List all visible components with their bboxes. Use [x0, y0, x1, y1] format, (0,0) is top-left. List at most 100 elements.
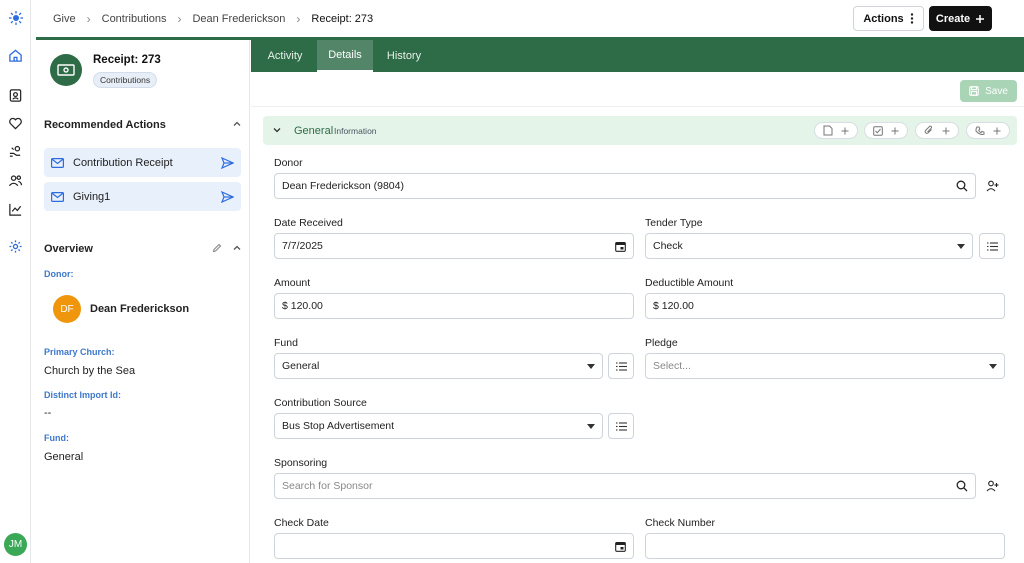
chevron-right-icon: ›	[296, 12, 301, 26]
plus-icon	[975, 14, 985, 24]
deductible-amount-value: $ 120.00	[653, 300, 694, 312]
home-icon[interactable]	[6, 46, 25, 65]
tender-type-value: Check	[653, 240, 683, 252]
calendar-icon[interactable]	[615, 541, 626, 552]
deductible-amount-field[interactable]: $ 120.00	[645, 293, 1005, 319]
date-received-field[interactable]: 7/7/2025	[274, 233, 634, 259]
send-icon[interactable]	[221, 156, 234, 169]
contacts-icon[interactable]	[6, 86, 25, 105]
fund-field-label: Fund	[274, 337, 298, 349]
donor-label: Donor:	[44, 269, 74, 279]
sponsoring-label: Sponsoring	[274, 457, 328, 469]
tender-type-list-button[interactable]	[979, 233, 1005, 259]
send-icon[interactable]	[221, 190, 234, 203]
check-date-field[interactable]	[274, 533, 634, 559]
chevron-up-icon[interactable]	[232, 119, 242, 129]
user-avatar[interactable]: JM	[4, 533, 27, 556]
chevron-right-icon: ›	[86, 12, 91, 26]
caret-down-icon	[957, 243, 965, 249]
nav-rail: JM	[0, 0, 31, 563]
add-person-icon[interactable]	[983, 177, 1001, 195]
breadcrumb-contributions[interactable]: Contributions	[102, 13, 167, 25]
tab-details[interactable]: Details	[317, 40, 373, 72]
pledge-select[interactable]: Select...	[645, 353, 1005, 379]
contribution-source-list-button[interactable]	[608, 413, 634, 439]
amount-field[interactable]: $ 120.00	[274, 293, 634, 319]
general-section-header[interactable]: General Information	[263, 116, 1017, 145]
record-title: Receipt: 273	[93, 54, 161, 66]
create-label: Create	[935, 12, 971, 25]
people-icon[interactable]	[6, 171, 25, 190]
breadcrumb-donor[interactable]: Dean Frederickson	[192, 13, 285, 25]
breadcrumb-current: Receipt: 273	[311, 13, 374, 25]
plus-icon	[841, 127, 849, 135]
chart-icon[interactable]	[6, 200, 25, 219]
overview-title: Overview	[44, 243, 93, 255]
tender-type-label: Tender Type	[645, 217, 703, 229]
action-giving1[interactable]: Giving1	[44, 182, 241, 211]
paperclip-icon	[924, 125, 934, 136]
tender-type-select[interactable]: Check	[645, 233, 973, 259]
divider	[251, 106, 1024, 107]
recommended-actions-header[interactable]: Recommended Actions	[44, 119, 242, 131]
donor-name[interactable]: Dean Frederickson	[90, 303, 189, 315]
save-icon	[969, 86, 979, 96]
chevron-up-icon[interactable]	[232, 243, 242, 253]
chevron-down-icon[interactable]	[272, 125, 282, 135]
check-number-field[interactable]	[645, 533, 1005, 559]
fund-list-button[interactable]	[608, 353, 634, 379]
sponsor-search-field[interactable]: Search for Sponsor	[274, 473, 976, 499]
record-type-badge: Contributions	[93, 72, 158, 88]
add-note-button[interactable]	[814, 122, 858, 139]
add-call-button[interactable]	[966, 122, 1010, 139]
fund-value: General	[44, 451, 84, 463]
save-button[interactable]: Save	[960, 80, 1017, 102]
app-logo-icon[interactable]	[6, 8, 25, 27]
donor-avatar: DF	[53, 295, 81, 323]
section-subtitle: Information	[334, 126, 377, 136]
contribution-source-value: Bus Stop Advertisement	[282, 420, 395, 432]
caret-down-icon	[587, 363, 595, 369]
primary-church-value: Church by the Sea	[44, 365, 136, 377]
tab-history[interactable]: History	[379, 40, 429, 72]
plus-icon	[891, 127, 899, 135]
chevron-right-icon: ›	[177, 12, 182, 26]
breadcrumb-give[interactable]: Give	[53, 13, 76, 25]
check-date-label: Check Date	[274, 517, 329, 529]
action-label: Giving1	[73, 190, 111, 203]
heart-icon[interactable]	[6, 114, 25, 133]
action-label: Contribution Receipt	[73, 156, 173, 169]
give-icon[interactable]	[6, 142, 25, 161]
donor-field[interactable]: Dean Frederickson (9804)	[274, 173, 976, 199]
check-number-label: Check Number	[645, 517, 716, 529]
settings-icon[interactable]	[6, 237, 25, 256]
record-side-panel: Receipt: 273 Contributions Recommended A…	[36, 40, 250, 563]
add-person-icon[interactable]	[983, 477, 1001, 495]
actions-button[interactable]: Actions	[853, 6, 924, 31]
pledge-placeholder: Select...	[653, 360, 691, 372]
calendar-icon[interactable]	[615, 241, 626, 252]
fund-select[interactable]: General	[274, 353, 603, 379]
deductible-amount-label: Deductible Amount	[645, 277, 734, 289]
breadcrumb: Give › Contributions › Dean Frederickson…	[53, 12, 373, 26]
list-icon	[615, 421, 627, 431]
search-icon[interactable]	[956, 480, 968, 492]
save-label: Save	[985, 85, 1008, 97]
action-contribution-receipt[interactable]: Contribution Receipt	[44, 148, 241, 177]
contribution-source-select[interactable]: Bus Stop Advertisement	[274, 413, 603, 439]
tab-bar: Activity Details History	[251, 40, 1024, 72]
add-attachment-button[interactable]	[915, 122, 959, 139]
mail-icon	[51, 157, 64, 168]
import-id-value: --	[44, 407, 52, 419]
search-icon[interactable]	[956, 180, 968, 192]
create-button[interactable]: Create	[929, 6, 992, 31]
fund-label: Fund:	[44, 433, 69, 443]
recommended-actions-title: Recommended Actions	[44, 119, 166, 131]
list-icon	[986, 241, 998, 251]
money-icon	[50, 54, 82, 86]
overview-header[interactable]: Overview	[44, 243, 242, 255]
tab-activity[interactable]: Activity	[259, 40, 311, 72]
add-task-button[interactable]	[864, 122, 908, 139]
pencil-icon[interactable]	[212, 243, 222, 253]
sponsor-search-placeholder: Search for Sponsor	[282, 480, 373, 492]
